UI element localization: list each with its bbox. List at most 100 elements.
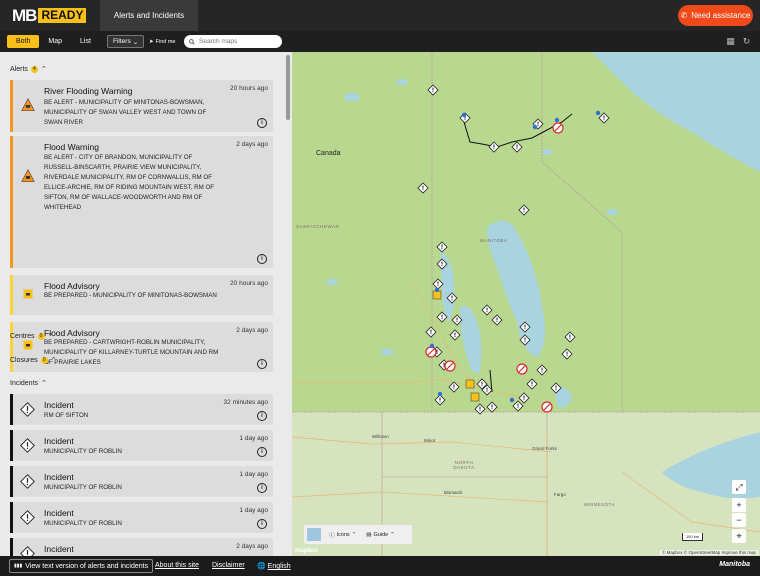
map-view[interactable]: Canada SASKATCHEWAN MANITOBA NORTH DAKOT… [292, 52, 760, 556]
incident-card[interactable]: Incident 1 day ago MUNICIPALITY OF ROBLI… [10, 466, 273, 497]
disclaimer-link[interactable]: Disclaimer [212, 562, 245, 569]
info-icon: ⓘ [329, 532, 335, 539]
info-icon[interactable]: i [257, 483, 267, 493]
zoom-in-button[interactable]: + [732, 498, 746, 512]
alert-card[interactable]: Flood Advisory 20 hours ago BE PREPARED … [10, 275, 273, 315]
chevron-up-icon: ⌃ [40, 66, 47, 73]
city-label-williston: Williston [372, 434, 389, 439]
incident-time: 1 day ago [239, 507, 268, 514]
alert-time: 20 hours ago [230, 280, 268, 287]
search-input[interactable] [199, 38, 279, 45]
alerts-section-header[interactable]: Alerts 4 ⌃ [10, 65, 47, 73]
filters-button[interactable]: Filters ⌄ [107, 35, 145, 48]
alerts-section-label: Alerts [10, 65, 28, 73]
info-icon[interactable]: i [257, 519, 267, 529]
flood-advisory-icon [23, 340, 33, 350]
incident-title: Incident [44, 544, 74, 554]
region-label-saskatchewan: SASKATCHEWAN [296, 224, 340, 229]
incident-description: RM OF SIFTON [44, 412, 89, 419]
incident-description: MUNICIPALITY OF ROBLIN [44, 448, 122, 455]
alert-time: 2 days ago [236, 327, 268, 334]
map-attribution[interactable]: © Mapbox © OpenStreetMap Improve this ma… [660, 550, 758, 555]
city-label-minot: Minot [424, 438, 436, 443]
info-icon[interactable]: i [257, 254, 267, 264]
footer: ▮▮▮ View text version of alerts and inci… [0, 556, 760, 576]
incident-card[interactable]: Incident 1 day ago MUNICIPALITY OF ROBLI… [10, 502, 273, 533]
incident-card[interactable]: Incident 32 minutes ago RM OF SIFTON i [10, 394, 273, 425]
language-select[interactable]: 🌐 English [257, 562, 291, 570]
find-me-button[interactable]: ➤ Find me [149, 35, 175, 48]
info-icon[interactable]: i [257, 118, 267, 128]
closures-section-label: Closures [10, 356, 38, 364]
alert-severity-bar [10, 80, 13, 132]
flood-advisory-icon [23, 289, 33, 299]
tab-alerts-and-incidents[interactable]: Alerts and Incidents [100, 0, 198, 31]
view-map-button[interactable]: Map [39, 35, 71, 48]
globe-icon: 🌐 [257, 563, 266, 570]
closures-section-header[interactable]: Closures 0 ⌃ [10, 356, 57, 364]
alert-time: 20 hours ago [230, 85, 268, 92]
book-icon: ▤ [366, 531, 372, 538]
text-version-button[interactable]: ▮▮▮ View text version of alerts and inci… [9, 559, 154, 573]
chevron-up-icon: ⌃ [390, 531, 395, 538]
country-label: Canada [316, 150, 341, 157]
layers-icon[interactable]: ▦ [725, 36, 736, 47]
incident-card[interactable]: Incident 2 days ago [10, 538, 273, 556]
incident-icon [20, 402, 35, 417]
search-box [184, 35, 282, 48]
alerts-count-badge: 4 [30, 65, 38, 73]
alert-card[interactable]: Flood Advisory 2 days ago BE PREPARED - … [10, 322, 273, 372]
logo-mb: MB [12, 6, 37, 25]
map-style-thumbnail[interactable] [307, 528, 321, 541]
info-icon[interactable]: i [257, 359, 267, 369]
incident-severity-bar [10, 394, 13, 425]
alert-card[interactable]: Flood Warning 2 days ago BE ALERT - CITY… [10, 136, 273, 268]
view-both-button[interactable]: Both [7, 35, 40, 48]
mb-ready-logo[interactable]: MB READY [12, 6, 87, 25]
panel-scrollbar[interactable] [286, 55, 290, 120]
legend-icons-button[interactable]: ⓘ Icons ⌃ [329, 531, 356, 539]
incident-title: Incident [44, 508, 74, 518]
top-bar: MB READY Alerts and Incidents ✆ Need ass… [0, 0, 760, 31]
chevron-up-icon: ⌃ [50, 357, 57, 364]
centres-section-header[interactable]: Centres 0 ⌃ [10, 332, 53, 340]
fullscreen-button[interactable]: ⤢ [732, 480, 746, 494]
incident-icon [20, 474, 35, 489]
text-version-label: View text version of alerts and incident… [25, 562, 149, 570]
incident-card[interactable]: Incident 1 day ago MUNICIPALITY OF ROBLI… [10, 430, 273, 461]
need-assistance-button[interactable]: ✆ Need assistance [678, 5, 753, 26]
alert-card[interactable]: River Flooding Warning 20 hours ago BE A… [10, 80, 273, 132]
refresh-icon[interactable]: ↻ [741, 36, 752, 47]
view-list-button[interactable]: List [71, 35, 100, 48]
incident-icon [20, 438, 35, 453]
city-label-grand-forks: Grand Forks [532, 446, 558, 451]
legend-guide-button[interactable]: ▤ Guide ⌃ [366, 532, 395, 538]
incident-time: 1 day ago [239, 471, 268, 478]
incidents-section-header[interactable]: Incidents ⌃ [10, 379, 47, 388]
incident-severity-bar [10, 538, 13, 556]
crosshair-icon: ⌖ [736, 530, 742, 541]
mapbox-logo[interactable]: mapbox [295, 548, 318, 554]
alert-title: Flood Warning [44, 142, 99, 152]
legend-icons-label: Icons [336, 531, 350, 538]
incident-severity-bar [10, 430, 13, 461]
chevron-up-icon: ⌃ [351, 531, 357, 538]
flood-warning-icon [21, 98, 35, 111]
incident-time: 32 minutes ago [223, 399, 268, 406]
info-icon[interactable]: i [257, 411, 267, 421]
incidents-section-label: Incidents [10, 379, 39, 387]
alert-time: 2 days ago [236, 141, 268, 148]
info-icon[interactable]: i [257, 447, 267, 457]
view-toggle: Both Map List [7, 35, 100, 48]
alert-description: BE PREPARED - MUNICIPALITY OF MINITONAS-… [44, 292, 217, 299]
about-link[interactable]: About this site [155, 562, 199, 569]
incident-severity-bar [10, 502, 13, 533]
zoom-out-button[interactable]: − [732, 513, 746, 527]
map-base [292, 52, 760, 556]
incident-icon [20, 510, 35, 525]
alerts-list-panel[interactable]: Alerts 4 ⌃ River Flooding Warning 20 hou… [0, 52, 292, 556]
locate-button[interactable]: ⌖ [732, 529, 746, 543]
incident-title: Incident [44, 436, 74, 446]
incident-time: 2 days ago [236, 543, 268, 550]
flood-warning-icon [21, 169, 35, 182]
